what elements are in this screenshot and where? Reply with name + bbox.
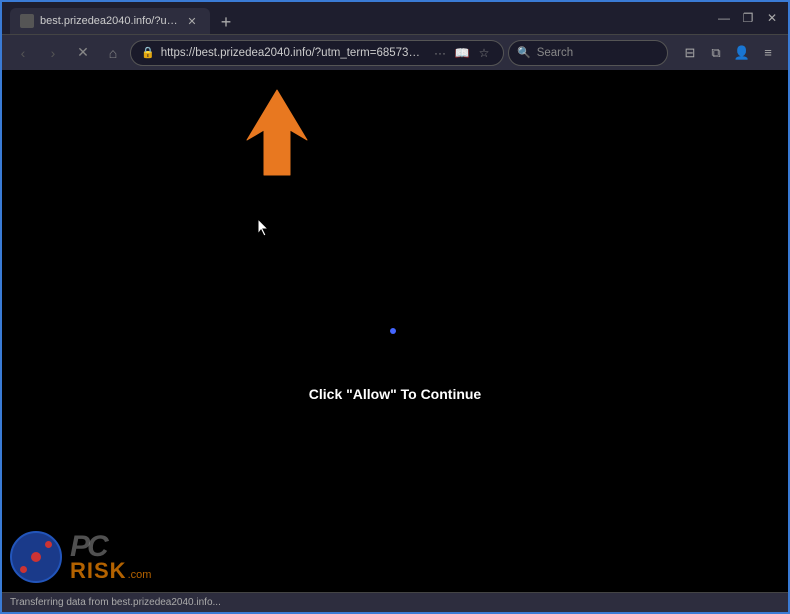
synced-tabs-icon[interactable]: ⧉ (704, 41, 728, 65)
lock-icon: 🔒 (141, 46, 155, 59)
tab-close-button[interactable]: ✕ (184, 13, 200, 29)
tab-title: best.prizedea2040.info/?utm_t... (40, 15, 178, 27)
back-button[interactable]: ‹ (10, 40, 36, 66)
mouse-cursor (257, 218, 269, 236)
window-controls: — ❐ ✕ (716, 10, 780, 26)
dot-top-right (45, 541, 52, 548)
orange-arrow (232, 85, 322, 185)
active-tab[interactable]: best.prizedea2040.info/?utm_t... ✕ (10, 8, 210, 34)
status-text: Transferring data from best.prizedea2040… (10, 597, 221, 608)
address-bar-icons: ··· 📖 ☆ (431, 44, 493, 62)
bookmarks-library-icon[interactable]: ⊟ (678, 41, 702, 65)
navigation-bar: ‹ › ✕ ⌂ 🔒 https://best.prizedea2040.info… (2, 34, 788, 70)
tab-area: best.prizedea2040.info/?utm_t... ✕ + (10, 2, 712, 34)
browser-content: Click "Allow" To Continue PC RISK .com (2, 70, 788, 592)
address-bar[interactable]: 🔒 https://best.prizedea2040.info/?utm_te… (130, 40, 504, 66)
minimize-button[interactable]: — (716, 10, 732, 26)
profile-icon[interactable]: 👤 (730, 41, 754, 65)
pcrisk-dots (18, 539, 54, 575)
restore-button[interactable]: ❐ (740, 10, 756, 26)
pcrisk-watermark: PC RISK .com (2, 522, 262, 592)
search-icon: 🔍 (517, 46, 531, 59)
search-box[interactable]: 🔍 Search (508, 40, 668, 66)
pcrisk-text: PC RISK .com (70, 532, 151, 582)
more-options-icon[interactable]: ··· (431, 44, 449, 62)
bookmark-star-icon[interactable]: ☆ (475, 44, 493, 62)
reload-button[interactable]: ✕ (70, 40, 96, 66)
search-placeholder: Search (537, 47, 573, 59)
url-text: https://best.prizedea2040.info/?utm_term… (161, 47, 425, 59)
menu-icon[interactable]: ≡ (756, 41, 780, 65)
loading-indicator (390, 328, 396, 334)
reader-mode-icon[interactable]: 📖 (453, 44, 471, 62)
dot-bottom-left (20, 566, 27, 573)
pcrisk-risk-label: RISK (70, 560, 127, 582)
forward-button[interactable]: › (40, 40, 66, 66)
right-nav-icons: ⊟ ⧉ 👤 ≡ (678, 41, 780, 65)
browser-window: best.prizedea2040.info/?utm_t... ✕ + — ❐… (0, 0, 790, 614)
close-window-button[interactable]: ✕ (764, 10, 780, 26)
tab-favicon (20, 14, 34, 28)
pcrisk-logo (10, 531, 62, 583)
new-tab-button[interactable]: + (214, 10, 238, 34)
status-bar: Transferring data from best.prizedea2040… (2, 592, 788, 612)
title-bar: best.prizedea2040.info/?utm_t... ✕ + — ❐… (2, 2, 788, 34)
pcrisk-dotcom: .com (128, 569, 152, 581)
click-allow-text: Click "Allow" To Continue (309, 386, 481, 402)
home-button[interactable]: ⌂ (100, 40, 126, 66)
dot-center (31, 552, 41, 562)
